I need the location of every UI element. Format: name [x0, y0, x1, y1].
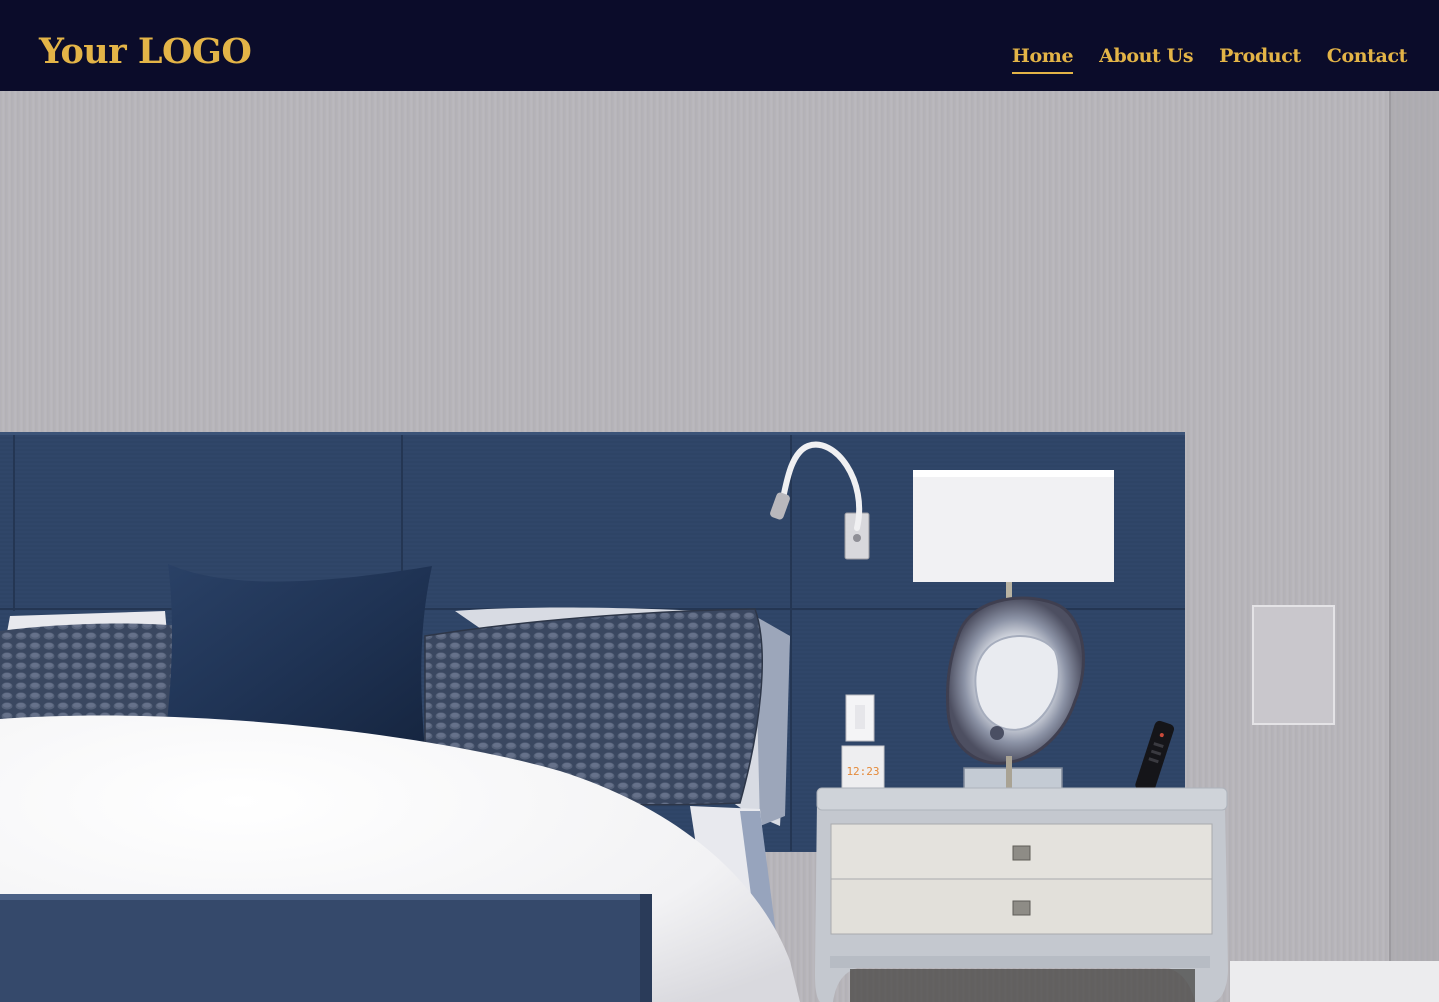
page: Your LOGO Home About Us Product Contact: [0, 0, 1439, 1002]
bed-bench: [0, 894, 652, 1002]
baseboard: [1230, 961, 1439, 1002]
textured-pillow-left: [0, 623, 190, 730]
alarm-clock: 12:23: [841, 745, 885, 791]
nav-link-home[interactable]: Home: [1011, 42, 1074, 74]
bedroom-scene: 12:23: [0, 91, 1439, 1002]
alarm-clock-display: 12:23: [846, 765, 879, 778]
nav-link-about-us[interactable]: About Us: [1099, 42, 1193, 70]
site-header: Your LOGO Home About Us Product Contact: [0, 0, 1439, 91]
nightstand: [815, 787, 1228, 1002]
wall-speaker-plate: [1252, 605, 1335, 725]
nav-link-product[interactable]: Product: [1219, 42, 1301, 70]
main-nav: Home About Us Product Contact: [1011, 42, 1408, 74]
hero-image: 12:23: [0, 91, 1439, 1002]
site-logo[interactable]: Your LOGO: [39, 30, 252, 74]
nav-link-contact[interactable]: Contact: [1327, 42, 1408, 70]
